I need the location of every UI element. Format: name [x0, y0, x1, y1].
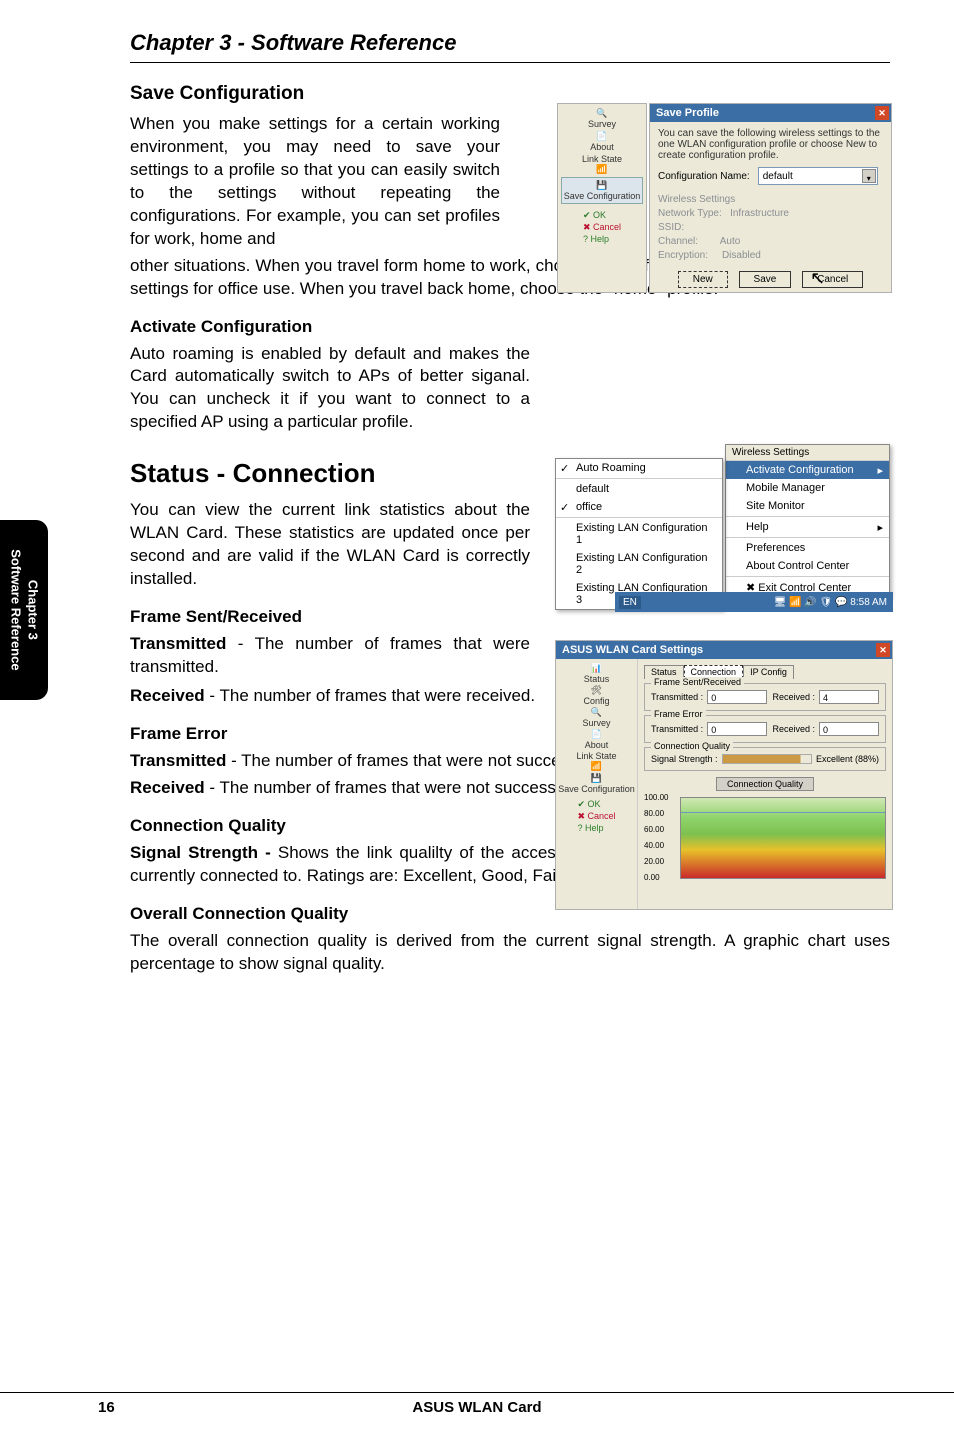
- leftnav-saveconfig[interactable]: 💾Save Configuration: [561, 177, 644, 204]
- system-tray: EN 🖥 📶 🔊 🛡 💬 8:58 AM: [615, 592, 893, 612]
- close-icon[interactable]: ✕: [876, 643, 890, 657]
- divider: [130, 62, 890, 63]
- leftnav-cancel[interactable]: ✖ Cancel: [583, 222, 621, 233]
- fs-conn-quality: Connection Quality Signal Strength : Exc…: [644, 747, 886, 771]
- leftnav-linkstate[interactable]: Link State📶: [582, 154, 622, 175]
- leftnav-help[interactable]: ? Help: [583, 234, 609, 244]
- fs-frame-error: Frame Error Transmitted :0 Received :0: [644, 715, 886, 743]
- page-footer: 16 ASUS WLAN Card: [0, 1392, 954, 1416]
- tray-icons[interactable]: 🖥 📶 🔊 🛡 💬: [774, 597, 851, 608]
- tray-time: 8:58 AM: [850, 597, 887, 608]
- ytick: 100.00: [644, 793, 668, 802]
- wireless-settings-title: Wireless Settings: [726, 445, 889, 461]
- leftnav-ok[interactable]: ✔ OK: [577, 799, 600, 810]
- menu-profile-default[interactable]: default: [556, 480, 722, 498]
- context-menu-figure: Wireless Settings Activate Configuration…: [555, 444, 893, 612]
- wireless-settings-block: Wireless Settings Network Type: Infrastr…: [658, 193, 883, 263]
- overall-cq-para: The overall connection quality is derive…: [130, 930, 890, 976]
- rx2-field: 0: [819, 722, 879, 736]
- menu-profile-elc1[interactable]: Existing LAN Configuration 1: [556, 519, 722, 549]
- menu-help[interactable]: Help▸: [726, 518, 889, 536]
- tx1-field: 0: [707, 690, 767, 704]
- save-profile-desc: You can save the following wireless sett…: [658, 128, 883, 161]
- activate-config-para: Auto roaming is enabled by default and m…: [130, 343, 530, 435]
- frame-sr-tx: Transmitted - The number of frames that …: [130, 633, 530, 679]
- side-tab: Chapter 3 Software Reference: [0, 520, 48, 700]
- menu-mobile-manager[interactable]: Mobile Manager: [726, 479, 889, 497]
- config-name-dropdown[interactable]: default▾: [758, 167, 878, 185]
- context-menu-left: ✓Auto Roaming default ✓office Existing L…: [555, 458, 723, 610]
- save-config-para1: When you make settings for a certain wor…: [130, 113, 500, 251]
- menu-site-monitor[interactable]: Site Monitor: [726, 497, 889, 515]
- connection-dialog: ASUS WLAN Card Settings ✕ 📊Status 🛠Confi…: [555, 640, 893, 910]
- ytick: 40.00: [644, 841, 664, 850]
- activate-config-heading: Activate Configuration: [130, 317, 890, 337]
- save-config-heading: Save Configuration: [130, 83, 890, 105]
- menu-profile-elc2[interactable]: Existing LAN Configuration 2: [556, 549, 722, 579]
- footer-title: ASUS WLAN Card: [0, 1399, 954, 1416]
- leftnav-config[interactable]: 🛠Config: [583, 685, 609, 706]
- leftnav-help[interactable]: ? Help: [577, 823, 603, 833]
- ytick: 0.00: [644, 873, 660, 882]
- context-menu-right: Wireless Settings Activate Configuration…: [725, 444, 890, 598]
- save-profile-dialog: Save Profile ✕ You can save the followin…: [649, 103, 892, 293]
- menu-profile-office[interactable]: ✓office: [556, 498, 722, 516]
- chevron-down-icon[interactable]: ▾: [862, 169, 876, 183]
- page-number: 16: [98, 1399, 115, 1416]
- config-name-label: Configuration Name:: [658, 171, 750, 182]
- leftnav-survey[interactable]: 🔍Survey: [582, 707, 610, 728]
- leftnav-about[interactable]: 📄About: [590, 131, 614, 152]
- ytick: 80.00: [644, 809, 664, 818]
- conn-titlebar: ASUS WLAN Card Settings ✕: [556, 641, 892, 659]
- menu-about-cc[interactable]: About Control Center: [726, 557, 889, 575]
- new-button[interactable]: New: [678, 271, 728, 288]
- leftnav-survey-icon[interactable]: 🔍Survey: [588, 108, 616, 129]
- save-profile-leftnav: 🔍Survey 📄About Link State📶 💾Save Configu…: [557, 103, 647, 293]
- status-connection-para: You can view the current link statistics…: [130, 499, 530, 591]
- signal-value: Excellent (88%): [816, 754, 879, 764]
- save-profile-titlebar: Save Profile ✕: [650, 104, 891, 122]
- tx2-field: 0: [707, 722, 767, 736]
- conn-leftnav: 📊Status 🛠Config 🔍Survey 📄About Link Stat…: [556, 659, 638, 909]
- chapter-title: Chapter 3 - Software Reference: [130, 30, 890, 56]
- side-tab-title: Software Reference: [7, 549, 24, 670]
- ytick: 60.00: [644, 825, 664, 834]
- leftnav-ok[interactable]: ✔ OK: [583, 210, 606, 221]
- connection-quality-chart: [680, 797, 886, 879]
- menu-activate-config[interactable]: Activate Configuration▸: [726, 461, 889, 479]
- tray-lang[interactable]: EN: [619, 596, 641, 609]
- signal-bar: [722, 754, 812, 764]
- leftnav-saveconfig[interactable]: 💾Save Configuration: [558, 773, 635, 794]
- leftnav-cancel[interactable]: ✖ Cancel: [577, 811, 615, 822]
- side-tab-chapter: Chapter 3: [24, 580, 41, 640]
- leftnav-about[interactable]: 📄About: [585, 729, 609, 750]
- connection-quality-button[interactable]: Connection Quality: [716, 777, 814, 791]
- rx1-field: 4: [819, 690, 879, 704]
- menu-preferences[interactable]: Preferences: [726, 539, 889, 557]
- close-icon[interactable]: ✕: [875, 106, 889, 120]
- menu-auto-roaming[interactable]: ✓Auto Roaming: [556, 459, 722, 477]
- fs-sent-received: Frame Sent/Received Transmitted :0 Recei…: [644, 683, 886, 711]
- leftnav-status[interactable]: 📊Status: [584, 663, 610, 684]
- cursor-icon: ↖: [810, 268, 825, 289]
- tab-ipconfig[interactable]: IP Config: [743, 665, 794, 679]
- save-button[interactable]: Save: [739, 271, 792, 288]
- leftnav-linkstate[interactable]: Link State📶: [576, 751, 616, 772]
- ytick: 20.00: [644, 857, 664, 866]
